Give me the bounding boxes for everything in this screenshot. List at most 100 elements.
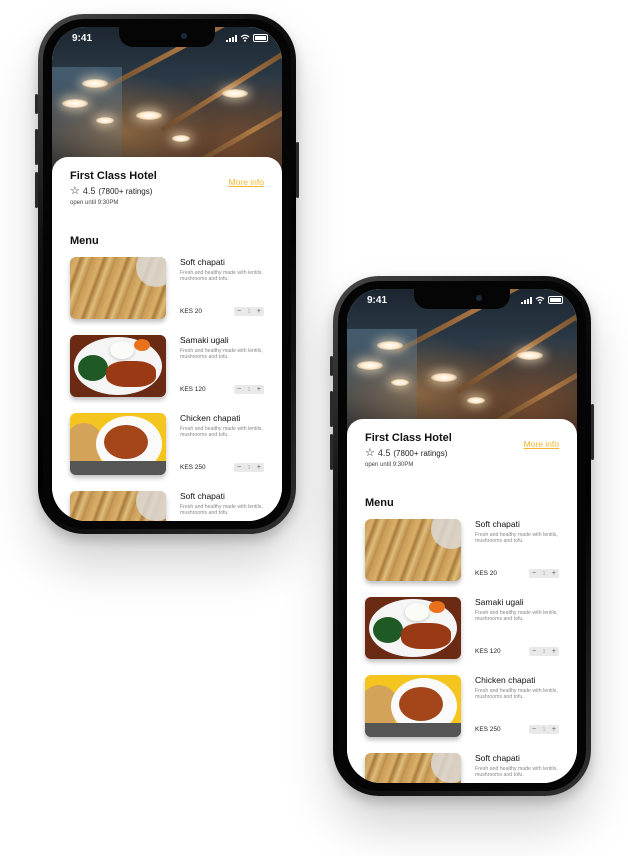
screen: 9:41 First Class Hotel More info ☆ 4.5 (… [52, 27, 282, 521]
plus-icon[interactable]: + [552, 570, 556, 577]
power-button [296, 142, 299, 198]
plus-icon[interactable]: + [257, 308, 261, 315]
food-image-ugali [365, 597, 461, 659]
quantity-stepper[interactable]: −1 + [234, 463, 264, 472]
quantity-stepper[interactable]: −1 + [234, 307, 264, 316]
status-time: 9:41 [367, 295, 388, 306]
menu-item[interactable]: Soft chapati Fresh and healthy made with… [365, 519, 559, 581]
star-outline-icon: ☆ [70, 185, 80, 197]
opening-hours: open until 9:30PM [365, 462, 414, 468]
rating-row: ☆ 4.5 (7800+ ratings) [365, 447, 448, 459]
quantity-value: 1 [247, 308, 251, 315]
menu-item[interactable]: Chicken chapati Fresh and healthy made w… [365, 675, 559, 737]
item-name: Soft chapati [180, 257, 225, 267]
signal-icon [521, 297, 532, 304]
restaurant-detail-sheet: First Class Hotel More info ☆ 4.5 (7800+… [347, 419, 577, 783]
item-price: KES 120 [475, 648, 501, 655]
item-name: Samaki ugali [180, 335, 229, 345]
menu-item[interactable]: Soft chapati Fresh and healthy made with… [70, 491, 264, 521]
volume-down-button [330, 434, 333, 470]
item-name: Chicken chapati [475, 675, 536, 685]
menu-list: Soft chapati Fresh and healthy made with… [70, 257, 264, 521]
restaurant-detail-sheet: First Class Hotel More info ☆ 4.5 (7800+… [52, 157, 282, 521]
item-description: Fresh and healthy made with lentils, mus… [180, 426, 263, 438]
star-outline-icon: ☆ [365, 447, 375, 459]
quantity-value: 1 [542, 570, 546, 577]
food-image-ugali [70, 335, 166, 397]
food-image-chapati [365, 519, 461, 581]
menu-item[interactable]: Chicken chapati Fresh and healthy made w… [70, 413, 264, 475]
battery-icon [548, 296, 563, 304]
mute-switch [330, 356, 333, 376]
plus-icon[interactable]: + [552, 648, 556, 655]
minus-icon[interactable]: − [237, 308, 241, 315]
item-description: Fresh and healthy made with lentils, mus… [180, 270, 263, 282]
plus-icon[interactable]: + [257, 464, 261, 471]
menu-item[interactable]: Soft chapati Fresh and healthy made with… [70, 257, 264, 319]
restaurant-hero-image [52, 27, 282, 177]
status-bar: 9:41 [52, 27, 282, 49]
food-image-chicken [70, 413, 166, 475]
mute-switch [35, 94, 38, 114]
item-price: KES 250 [180, 464, 206, 471]
item-price: KES 120 [180, 386, 206, 393]
battery-icon [253, 34, 268, 42]
quantity-stepper[interactable]: −1 + [529, 647, 559, 656]
item-name: Soft chapati [475, 753, 520, 763]
wifi-icon [535, 296, 545, 304]
menu-item[interactable]: Samaki ugali Fresh and healthy made with… [70, 335, 264, 397]
signal-icon [226, 35, 237, 42]
status-bar: 9:41 [347, 289, 577, 311]
quantity-stepper[interactable]: −1 + [529, 725, 559, 734]
quantity-stepper[interactable]: −1 + [234, 385, 264, 394]
phone-mockup-back: 9:41 First Class Hotel More info ☆ 4.5 (… [330, 276, 594, 796]
plus-icon[interactable]: + [257, 386, 261, 393]
food-image-chapati [70, 491, 166, 521]
item-name: Soft chapati [475, 519, 520, 529]
screen: 9:41 First Class Hotel More info ☆ 4.5 (… [347, 289, 577, 783]
hotel-name: First Class Hotel [365, 432, 452, 444]
item-description: Fresh and healthy made with lentils, mus… [180, 348, 263, 360]
item-price: KES 250 [475, 726, 501, 733]
more-info-link[interactable]: More info [524, 439, 559, 449]
ratings-count: (7800+ ratings) [98, 186, 153, 196]
item-description: Fresh and healthy made with lentils, mus… [475, 688, 558, 700]
quantity-value: 1 [542, 726, 546, 733]
item-price: KES 20 [475, 570, 498, 577]
status-time: 9:41 [72, 33, 93, 44]
menu-list: Soft chapati Fresh and healthy made with… [365, 519, 559, 783]
minus-icon[interactable]: − [532, 726, 536, 733]
item-price: KES 20 [180, 308, 203, 315]
minus-icon[interactable]: − [237, 386, 241, 393]
food-image-chicken [365, 675, 461, 737]
item-description: Fresh and healthy made with lentils, mus… [475, 532, 558, 544]
minus-icon[interactable]: − [532, 648, 536, 655]
item-name: Soft chapati [180, 491, 225, 501]
food-image-chapati [70, 257, 166, 319]
menu-item[interactable]: Samaki ugali Fresh and healthy made with… [365, 597, 559, 659]
food-image-chapati [365, 753, 461, 783]
more-info-link[interactable]: More info [229, 177, 264, 187]
menu-title: Menu [365, 497, 394, 509]
ratings-count: (7800+ ratings) [393, 448, 448, 458]
quantity-value: 1 [247, 464, 251, 471]
item-description: Fresh and healthy made with lentils, mus… [475, 610, 558, 622]
wifi-icon [240, 34, 250, 42]
minus-icon[interactable]: − [237, 464, 241, 471]
item-description: Fresh and healthy made with lentils, mus… [180, 504, 263, 516]
item-description: Fresh and healthy made with lentils, mus… [475, 766, 558, 778]
rating-value: 4.5 [82, 186, 96, 196]
power-button [591, 404, 594, 460]
phone-mockup-front: 9:41 First Class Hotel More info ☆ 4.5 (… [35, 14, 299, 534]
quantity-value: 1 [542, 648, 546, 655]
volume-down-button [35, 172, 38, 208]
quantity-stepper[interactable]: −1 + [529, 569, 559, 578]
minus-icon[interactable]: − [532, 570, 536, 577]
item-name: Chicken chapati [180, 413, 241, 423]
volume-up-button [330, 391, 333, 427]
menu-item[interactable]: Soft chapati Fresh and healthy made with… [365, 753, 559, 783]
restaurant-hero-image [347, 289, 577, 439]
item-name: Samaki ugali [475, 597, 524, 607]
plus-icon[interactable]: + [552, 726, 556, 733]
rating-value: 4.5 [377, 448, 391, 458]
